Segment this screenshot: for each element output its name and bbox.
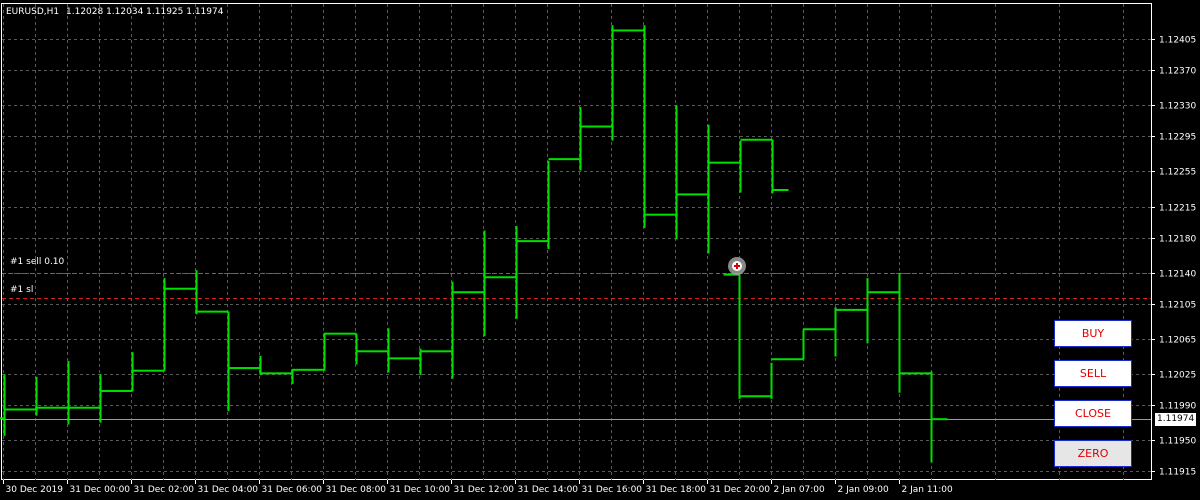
sell-order-label: #1 sell 0.10 <box>10 257 65 267</box>
price-tick-label: 1.12370 <box>1159 67 1196 77</box>
time-tick-label: 31 Dec 12:00 <box>454 485 515 495</box>
price-tick-label: 1.12295 <box>1159 133 1196 143</box>
price-tick-label: 1.12105 <box>1159 301 1196 311</box>
time-tick-label: 31 Dec 02:00 <box>134 485 195 495</box>
time-tick-label: 31 Dec 18:00 <box>646 485 707 495</box>
price-tick-label: 1.12255 <box>1159 168 1196 178</box>
price-tick-label: 1.12215 <box>1159 204 1196 214</box>
buy-button[interactable]: BUY <box>1054 320 1132 347</box>
time-tick-label: 2 Jan 09:00 <box>838 485 890 495</box>
time-tick-label: 31 Dec 16:00 <box>582 485 643 495</box>
price-tick-label: 1.12405 <box>1159 36 1196 46</box>
price-tick-label: 1.12180 <box>1159 235 1196 245</box>
price-tick-label: 1.11915 <box>1159 468 1196 478</box>
sell-button[interactable]: SELL <box>1054 360 1132 387</box>
zero-button[interactable]: ZERO <box>1054 440 1132 467</box>
time-tick-label: 31 Dec 06:00 <box>262 485 323 495</box>
time-tick-label: 31 Dec 08:00 <box>326 485 387 495</box>
time-tick-label: 31 Dec 20:00 <box>710 485 771 495</box>
time-tick-label: 31 Dec 04:00 <box>198 485 259 495</box>
time-tick-label: 31 Dec 14:00 <box>518 485 579 495</box>
trade-marker-icon[interactable] <box>728 257 746 275</box>
price-tick-label: 1.12065 <box>1159 336 1196 346</box>
price-chart[interactable]: 1.12405 1.12370 1.12330 1.12295 1.12255 1.122… <box>0 0 1200 500</box>
price-tick-label: 1.11990 <box>1159 402 1196 412</box>
ohlc-readout: 1.12028 1.12034 1.11925 1.11974 <box>66 7 224 17</box>
current-price-tag: 1.11974 <box>1155 413 1196 426</box>
price-tick-label: 1.12330 <box>1159 102 1196 112</box>
price-tick-label: 1.12140 <box>1159 270 1196 280</box>
time-tick-label: 30 Dec 2019 <box>6 485 64 495</box>
stop-loss-label: #1 sl <box>10 285 33 295</box>
time-tick-label: 2 Jan 07:00 <box>774 485 826 495</box>
symbol-label: EURUSD,H1 <box>6 7 59 17</box>
chart-background <box>0 0 1200 500</box>
close-button[interactable]: CLOSE <box>1054 400 1132 427</box>
time-tick-label: 31 Dec 00:00 <box>70 485 131 495</box>
time-tick-label: 2 Jan 11:00 <box>902 485 954 495</box>
price-tick-label: 1.11950 <box>1159 437 1196 447</box>
price-tick-label: 1.12025 <box>1159 371 1196 381</box>
time-tick-label: 31 Dec 10:00 <box>390 485 451 495</box>
